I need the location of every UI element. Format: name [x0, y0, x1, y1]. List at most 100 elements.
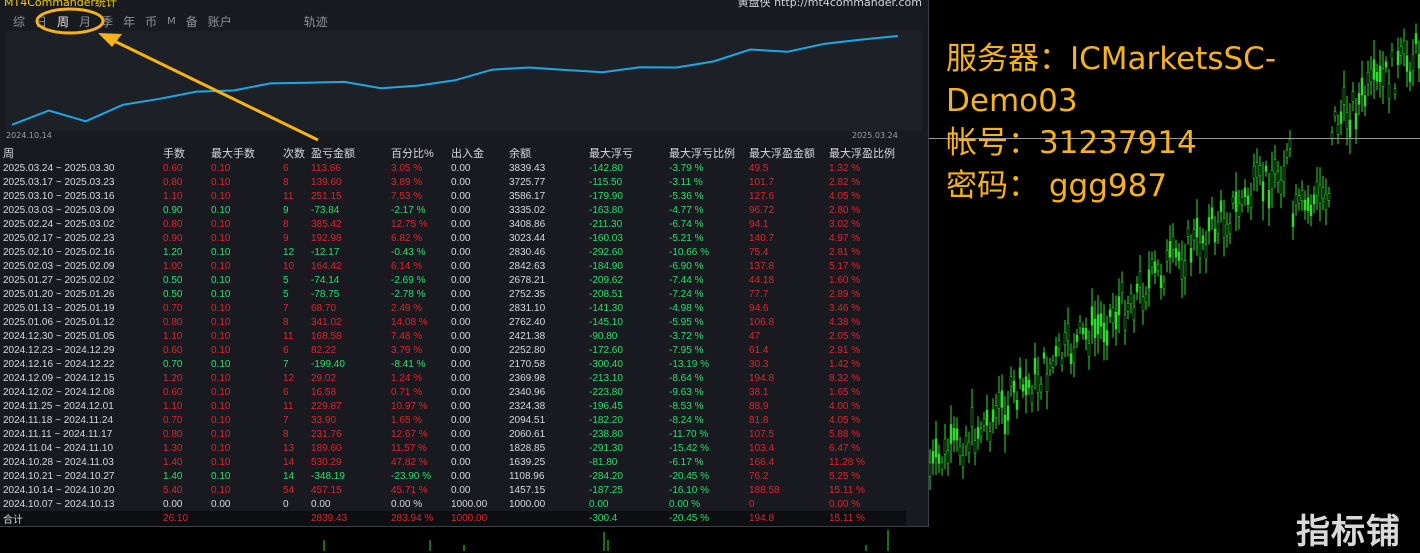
- table-cell: 2025.03.24 ~ 2025.03.30: [3, 162, 115, 174]
- tab-overview[interactable]: 综: [8, 13, 30, 30]
- table-cell: 1.10: [163, 330, 183, 342]
- table-cell: 11: [283, 190, 294, 202]
- column-header[interactable]: 手数: [160, 145, 208, 161]
- column-header[interactable]: 最大手数: [208, 145, 280, 161]
- table-row[interactable]: 2024.12.23 ~ 2024.12.29 0.60 0.10 6 82.22 3.7…: [0, 343, 906, 357]
- tab-week[interactable]: 周: [52, 13, 74, 30]
- table-cell: 0.00: [451, 358, 471, 370]
- tab-quarter[interactable]: 季: [96, 13, 118, 30]
- table-cell: 0.10: [211, 260, 231, 272]
- table-cell: 68.70: [311, 302, 337, 314]
- table-cell: 47.82 %: [391, 456, 428, 468]
- tab-currency[interactable]: 币: [140, 13, 162, 30]
- site-link[interactable]: 黄盘侠 http://mt4commander.com: [738, 0, 922, 10]
- table-cell: 189.60: [311, 442, 342, 454]
- weekly-stats-table: 周手数 最大手数 次数 盈亏金额 百分比% 出入金 余额 最大浮亏 最大浮亏比例 最大浮盈金额 最大…: [0, 145, 906, 526]
- table-cell: 0.10: [211, 484, 231, 496]
- column-header[interactable]: 余额: [506, 145, 586, 161]
- table-cell: 0.60: [163, 162, 183, 174]
- tab-day[interactable]: 日: [30, 13, 52, 30]
- tab-notes[interactable]: 备: [181, 13, 203, 30]
- table-cell: 2170.58: [509, 358, 546, 370]
- column-header[interactable]: 盈亏金额: [308, 145, 388, 161]
- table-cell: 2369.98: [509, 372, 546, 384]
- table-cell: -8.41 %: [391, 358, 426, 370]
- column-header[interactable]: 最大浮盈比例: [826, 145, 906, 161]
- table-row[interactable]: 2024.12.09 ~ 2024.12.15 1.20 0.10 12 29.02 1.…: [0, 371, 906, 385]
- table-cell: 127.6: [749, 190, 775, 202]
- table-cell: -4.98 %: [669, 302, 704, 314]
- column-header[interactable]: 出入金: [448, 145, 506, 161]
- column-header[interactable]: 最大浮亏: [586, 145, 666, 161]
- table-row[interactable]: 2025.02.03 ~ 2025.02.09 1.00 0.10 10 164.42 6…: [0, 259, 906, 273]
- table-cell: 103.4: [749, 442, 775, 454]
- table-cell: 1000.00: [509, 498, 546, 510]
- table-row[interactable]: 2024.11.18 ~ 2024.11.24 0.70 0.10 7 33.90 1.6…: [0, 413, 906, 427]
- tab-m[interactable]: M: [162, 16, 181, 27]
- table-row[interactable]: 2024.11.11 ~ 2024.11.17 0.80 0.10 8 231.76 12…: [0, 427, 906, 441]
- table-cell: 49.5: [749, 162, 769, 174]
- table-cell: 1.40: [163, 456, 183, 468]
- table-cell: 2.89 %: [829, 288, 861, 300]
- table-row[interactable]: 2025.03.24 ~ 2025.03.30 0.60 0.10 6 113.66 3.…: [0, 161, 906, 175]
- table-cell: 2678.21: [509, 274, 546, 286]
- table-cell: 0.00: [451, 218, 471, 230]
- table-row[interactable]: 2025.02.24 ~ 2025.03.02 0.80 0.10 8 385.42 12…: [0, 217, 906, 231]
- table-cell: -16.10 %: [669, 484, 710, 496]
- table-cell: -12.17: [311, 246, 340, 258]
- table-row[interactable]: 2025.03.17 ~ 2025.03.23 0.80 0.10 8 139.60 3.…: [0, 175, 906, 189]
- table-cell: 11.28 %: [829, 456, 865, 468]
- table-row[interactable]: 2024.12.30 ~ 2025.01.05 1.10 0.10 11 168.58 7…: [0, 329, 906, 343]
- tab-trajectory[interactable]: 轨迹: [299, 13, 333, 30]
- table-cell: 3.79 %: [391, 344, 423, 356]
- table-row[interactable]: 2024.10.21 ~ 2024.10.27 1.40 0.10 14 -348.19…: [0, 469, 906, 483]
- table-row[interactable]: 2024.12.16 ~ 2024.12.22 0.70 0.10 7 -199.40 -…: [0, 357, 906, 371]
- table-cell: 0.00: [451, 274, 471, 286]
- table-cell: -9.63 %: [669, 386, 704, 398]
- table-row[interactable]: 2024.10.28 ~ 2024.11.03 1.40 0.10 14 530.29 4…: [0, 455, 906, 469]
- tab-account[interactable]: 账户: [203, 13, 237, 30]
- table-row[interactable]: 2025.02.17 ~ 2025.02.23 0.90 0.10 9 192.98 6.…: [0, 231, 906, 245]
- table-cell: 2831.10: [509, 302, 546, 314]
- table-cell: 2024.10.21 ~ 2024.10.27: [3, 470, 115, 482]
- column-header[interactable]: 次数: [280, 145, 308, 161]
- table-row[interactable]: 2024.11.04 ~ 2024.11.10 1.30 0.10 13 189.60 1…: [0, 441, 906, 455]
- table-cell: -7.24 %: [669, 288, 704, 300]
- table-row[interactable]: 2024.11.25 ~ 2024.12.01 1.10 0.10 11 229.87 1…: [0, 399, 906, 413]
- table-cell: 2024.11.11 ~ 2024.11.17: [3, 428, 113, 440]
- table-cell: 2024.11.04 ~ 2024.11.10: [3, 442, 114, 454]
- table-cell: 0.00: [451, 330, 471, 342]
- table-cell: 6: [283, 344, 289, 356]
- table-cell: 3408.86: [509, 218, 546, 230]
- column-header[interactable]: 最大浮盈金额: [746, 145, 826, 161]
- table-cell: 385.42: [311, 218, 342, 230]
- column-header[interactable]: 周: [0, 145, 160, 161]
- table-cell: 0.00: [451, 442, 471, 454]
- table-cell: 2.82 %: [829, 176, 861, 188]
- tab-month[interactable]: 月: [74, 13, 96, 30]
- table-row[interactable]: 2024.12.02 ~ 2024.12.08 0.60 0.10 6 16.58 0.7…: [0, 385, 906, 399]
- table-row[interactable]: 2025.01.06 ~ 2025.01.12 0.80 0.10 8 341.02 14…: [0, 315, 906, 329]
- table-row[interactable]: 2025.01.20 ~ 2025.01.26 0.50 0.10 5 -78.75 -2…: [0, 287, 906, 301]
- table-row[interactable]: 2024.10.07 ~ 2024.10.13 0.00 0.00 0 0.00 0.00…: [0, 497, 906, 511]
- table-cell: -142.80: [589, 162, 623, 174]
- table-cell: -223.80: [589, 386, 623, 398]
- tab-year[interactable]: 年: [118, 13, 140, 30]
- table-row[interactable]: 2025.03.03 ~ 2025.03.09 0.90 0.10 9 -73.84 -2…: [0, 203, 906, 217]
- table-cell: 101.7: [749, 176, 775, 188]
- table-row[interactable]: 2025.02.10 ~ 2025.02.16 1.20 0.10 12 -12.17 -…: [0, 245, 906, 259]
- table-cell: -7.44 %: [669, 274, 704, 286]
- table-cell: -160.03: [589, 232, 623, 244]
- table-row[interactable]: 2025.01.13 ~ 2025.01.19 0.70 0.10 7 68.70 2.4…: [0, 301, 906, 315]
- table-row[interactable]: 2024.10.14 ~ 2024.10.20 5.40 0.10 54 457.15 4…: [0, 483, 906, 497]
- column-header[interactable]: 最大浮亏比例: [666, 145, 746, 161]
- table-cell: 1.10: [163, 400, 183, 412]
- column-header[interactable]: 百分比%: [388, 145, 448, 161]
- table-cell: 0.80: [163, 218, 183, 230]
- table-cell: 3.02 %: [829, 218, 861, 230]
- table-row[interactable]: 2025.03.10 ~ 2025.03.16 1.10 0.10 11 251.15 7…: [0, 189, 906, 203]
- table-cell: 33.90: [311, 414, 337, 426]
- table-row[interactable]: 2025.01.27 ~ 2025.02.02 0.50 0.10 5 -74.14 -2…: [0, 273, 906, 287]
- table-cell: 6: [283, 386, 289, 398]
- table-cell: 2024.12.30 ~ 2025.01.05: [3, 330, 115, 342]
